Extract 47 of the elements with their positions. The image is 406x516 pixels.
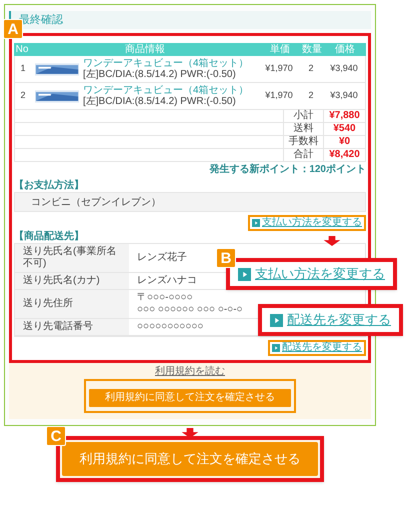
callout-link[interactable]: 配送先を変更する <box>287 312 391 328</box>
field-value: ○○○ ○○○○○○ ○○○ ○-○-○ <box>137 304 243 316</box>
summary-label: 小計 <box>283 110 323 122</box>
summary-label: 合計 <box>283 149 323 161</box>
confirm-button[interactable]: 利用規約に同意して注文を確定させる <box>62 442 318 476</box>
table-cell-text: 1 <box>19 62 26 76</box>
table-cell-text: ¥1,970 <box>264 62 294 76</box>
field-label: 送り先氏名(事業所名不可) <box>15 244 129 272</box>
section-heading: 【お支払方法】 <box>14 180 85 192</box>
step-badge: C <box>46 426 66 446</box>
summary-value: ¥7,880 <box>323 110 365 122</box>
points-text: 発生する新ポイント：120ポイント <box>209 164 366 176</box>
callout-link[interactable]: 支払い方法を変更する <box>255 266 385 282</box>
table-cell-text: ¥3,940 <box>329 89 359 102</box>
step-badge: B <box>216 248 236 268</box>
section-heading: 【商品配送先】 <box>14 231 84 243</box>
terms-link[interactable]: 利用規約を読む <box>155 365 225 378</box>
product-name[interactable]: ワンデーアキュビュー（4箱セット） <box>83 85 259 96</box>
field-value: ○○○○○○○○○○○ <box>137 321 204 333</box>
column-header: 単価 <box>269 43 291 56</box>
field-label: 送り先住所 <box>15 290 129 318</box>
change-address-link[interactable]: 配送先を変更する <box>268 340 366 356</box>
field-value: レンズ花子 <box>137 252 187 264</box>
confirm-button[interactable]: 利用規約に同意して注文を確定させる <box>89 389 291 407</box>
summary-value: ¥540 <box>323 123 365 135</box>
summary-label: 送料 <box>283 123 323 135</box>
product-spec: [左]BC/DIA:(8.5/14.2) PWR:(-0.50) <box>83 69 237 80</box>
column-header: 数量 <box>301 43 323 56</box>
column-header: 商品情報 <box>124 43 166 56</box>
table-cell-text: ¥1,970 <box>264 89 294 102</box>
table-cell-text: 2 <box>307 89 314 102</box>
product-spec: [左]BC/DIA:(8.5/14.2) PWR:(-0.50) <box>83 96 237 107</box>
field-label: 送り先電話番号 <box>15 319 129 335</box>
field-value: 〒○○○-○○○○ <box>137 292 193 304</box>
summary-label: 手数料 <box>283 136 323 148</box>
table-cell-text: ¥3,940 <box>329 62 359 76</box>
product-name[interactable]: ワンデーアキュビュー（4箱セット） <box>83 58 259 69</box>
summary-value: ¥8,420 <box>323 149 365 161</box>
table-cell-text: 2 <box>19 89 26 102</box>
table-cell-text: 2 <box>307 62 314 76</box>
field-label: 送り先氏名(カナ) <box>15 273 129 289</box>
column-header: 価格 <box>334 43 356 56</box>
change-payment-link[interactable]: 支払い方法を変更する <box>248 215 366 231</box>
payment-method: コンビニ（セブンイレブン） <box>31 197 161 208</box>
summary-value: ¥0 <box>323 136 365 148</box>
field-value: レンズハナコ <box>137 275 197 287</box>
column-header: No <box>14 43 30 56</box>
